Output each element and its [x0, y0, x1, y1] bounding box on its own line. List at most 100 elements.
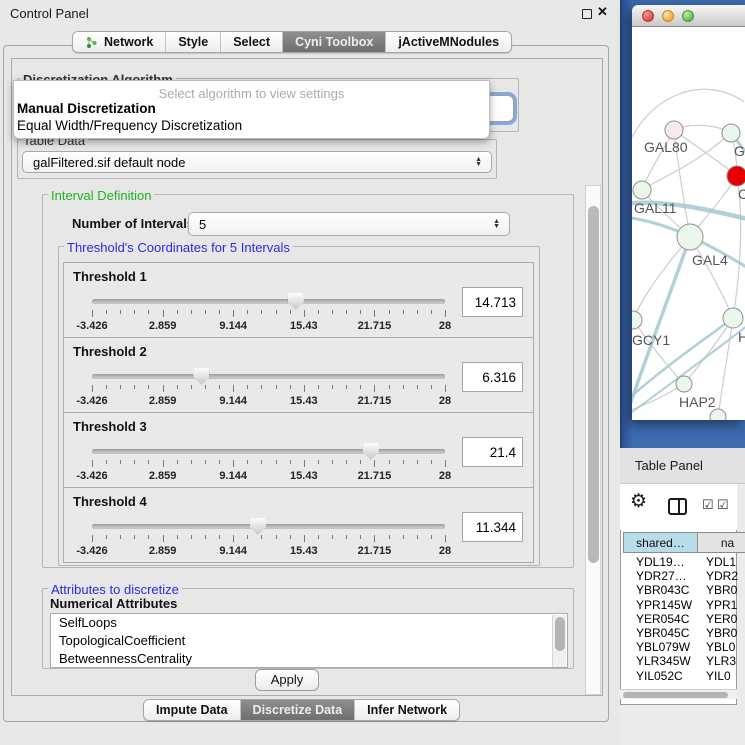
- slider-track[interactable]: [92, 524, 445, 529]
- attributes-scrollbar-thumb[interactable]: [555, 617, 565, 651]
- close-traffic-light-icon[interactable]: [642, 10, 654, 22]
- column-header-2[interactable]: na: [698, 532, 737, 553]
- threshold-slider-3[interactable]: -3.4262.8599.14415.4321.71528: [92, 443, 445, 483]
- table-cell[interactable]: YLR345W: [623, 654, 698, 668]
- tab-cyni-toolbox[interactable]: Cyni Toolbox: [283, 32, 386, 52]
- table-row[interactable]: YBL079WYBL0: [623, 640, 737, 654]
- network-node-h[interactable]: [723, 308, 743, 328]
- tab-infer-network[interactable]: Infer Network: [355, 700, 459, 720]
- network-node-gal4[interactable]: [677, 224, 703, 250]
- network-node-unlabeled[interactable]: [710, 409, 726, 420]
- slider-thumb[interactable]: [250, 518, 266, 535]
- threshold-slider-2[interactable]: -3.4262.8599.14415.4321.71528: [92, 368, 445, 408]
- table-cell[interactable]: YBL079W: [623, 640, 698, 654]
- table-cell[interactable]: YDR2: [698, 569, 737, 583]
- table-cell[interactable]: YDL1: [698, 555, 737, 569]
- table-hscroll-thumb[interactable]: [623, 692, 728, 699]
- tab-jactivemnodules[interactable]: jActiveMNodules: [386, 32, 511, 52]
- network-node-c[interactable]: [727, 166, 745, 186]
- tab-style[interactable]: Style: [166, 32, 221, 52]
- threshold-slider-4[interactable]: -3.4262.8599.14415.4321.71528: [92, 518, 445, 558]
- network-canvas[interactable]: GAL80GACGAL11GAL4GCY1HHAP2: [632, 27, 745, 420]
- table-cell[interactable]: YER0: [698, 612, 737, 626]
- network-edge[interactable]: [690, 237, 733, 318]
- table-cell[interactable]: YIL052C: [623, 669, 698, 682]
- minimize-traffic-light-icon[interactable]: [662, 10, 674, 22]
- network-edge[interactable]: [633, 237, 690, 320]
- table-row[interactable]: YBR045CYBR0: [623, 626, 737, 640]
- threshold-label: Threshold 3: [73, 419, 147, 434]
- table-cell[interactable]: YER054C: [623, 612, 698, 626]
- main-scrollbar-thumb[interactable]: [588, 206, 599, 563]
- attribute-item[interactable]: SelfLoops: [51, 614, 567, 632]
- number-of-intervals-combobox[interactable]: 5 ▲▼: [188, 212, 510, 236]
- threshold-value-field-2[interactable]: [462, 362, 523, 392]
- float-window-icon[interactable]: [582, 9, 592, 19]
- split-columns-icon[interactable]: [668, 498, 687, 515]
- algorithm-option-manual[interactable]: Manual Discretization: [17, 101, 156, 116]
- network-window-titlebar[interactable]: [632, 5, 745, 27]
- tab-discretize-data[interactable]: Discretize Data: [241, 700, 356, 720]
- algorithm-option-equal-width[interactable]: Equal Width/Frequency Discretization: [17, 118, 242, 133]
- zoom-traffic-light-icon[interactable]: [682, 10, 694, 22]
- threshold-value-field-4[interactable]: [462, 512, 523, 542]
- tab-impute-data[interactable]: Impute Data: [144, 700, 241, 720]
- slider-track[interactable]: [92, 449, 445, 454]
- tab-label: Discretize Data: [253, 703, 343, 717]
- table-row[interactable]: YER054CYER0: [623, 612, 737, 626]
- threshold-value-field-1[interactable]: [462, 287, 523, 317]
- threshold-slider-1[interactable]: -3.4262.8599.14415.4321.71528: [92, 293, 445, 333]
- numerical-attributes-list[interactable]: SelfLoopsTopologicalCoefficientBetweenne…: [50, 613, 568, 668]
- close-icon[interactable]: ✕: [597, 4, 608, 20]
- table-cell[interactable]: YBL0: [698, 640, 737, 654]
- table-cell[interactable]: YIL0: [698, 669, 737, 682]
- network-edge[interactable]: [718, 318, 733, 417]
- tab-label: Network: [104, 35, 153, 49]
- apply-button[interactable]: Apply: [255, 669, 319, 691]
- slider-track[interactable]: [92, 374, 445, 379]
- network-graph[interactable]: GAL80GACGAL11GAL4GCY1HHAP2: [632, 27, 745, 420]
- table-cell[interactable]: YDL19…: [623, 555, 698, 569]
- column-header-1[interactable]: shared…: [623, 532, 698, 553]
- network-node-gal11[interactable]: [633, 181, 651, 199]
- tick-label: 9.144: [205, 320, 261, 332]
- table-cell[interactable]: YBR043C: [623, 583, 698, 597]
- slider-track[interactable]: [92, 299, 445, 304]
- attributes-list-scrollbar[interactable]: [552, 615, 566, 668]
- network-node-hap2[interactable]: [676, 376, 692, 392]
- select-all-icon[interactable]: ☑: [702, 497, 714, 513]
- slider-thumb[interactable]: [193, 368, 209, 385]
- attribute-item[interactable]: BetweennessCentrality: [51, 650, 567, 668]
- threshold-value-field-3[interactable]: [462, 437, 523, 467]
- tab-select[interactable]: Select: [221, 32, 283, 52]
- gear-icon[interactable]: ⚙: [630, 490, 647, 513]
- table-cell[interactable]: YBR0: [698, 626, 737, 640]
- network-edge[interactable]: [684, 318, 733, 384]
- attribute-item[interactable]: TopologicalCoefficient: [51, 632, 567, 650]
- table-data-combobox[interactable]: galFiltered.sif default node ▲▼: [22, 151, 492, 173]
- table-row[interactable]: YDL19…YDL1: [623, 555, 737, 569]
- slider-thumb[interactable]: [288, 293, 304, 310]
- tick-mark: [233, 385, 234, 392]
- table-cell[interactable]: YDR27…: [623, 569, 698, 583]
- table-row[interactable]: YPR145WYPR1: [623, 598, 737, 612]
- tab-network[interactable]: Network: [73, 32, 166, 52]
- table-cell[interactable]: YPR145W: [623, 598, 698, 612]
- tick-mark: [134, 385, 135, 389]
- table-row[interactable]: YIL052CYIL0: [623, 669, 737, 682]
- table-horizontal-scrollbar[interactable]: [620, 689, 737, 699]
- network-node-gcy1[interactable]: [632, 311, 642, 329]
- deselect-all-icon[interactable]: ☑: [717, 497, 729, 513]
- main-vertical-scrollbar[interactable]: [585, 185, 601, 695]
- table-cell[interactable]: YBR0: [698, 583, 737, 597]
- table-row[interactable]: YDR27…YDR2: [623, 569, 737, 583]
- table-cell[interactable]: YLR3: [698, 654, 737, 668]
- table-row[interactable]: YLR345WYLR3: [623, 654, 737, 668]
- network-node-ga[interactable]: [722, 124, 740, 142]
- table-cell[interactable]: YPR1: [698, 598, 737, 612]
- slider-thumb[interactable]: [363, 443, 379, 460]
- table-row[interactable]: YBR043CYBR0: [623, 583, 737, 597]
- network-node-gal80[interactable]: [665, 121, 683, 139]
- tick-mark: [148, 310, 149, 314]
- table-cell[interactable]: YBR045C: [623, 626, 698, 640]
